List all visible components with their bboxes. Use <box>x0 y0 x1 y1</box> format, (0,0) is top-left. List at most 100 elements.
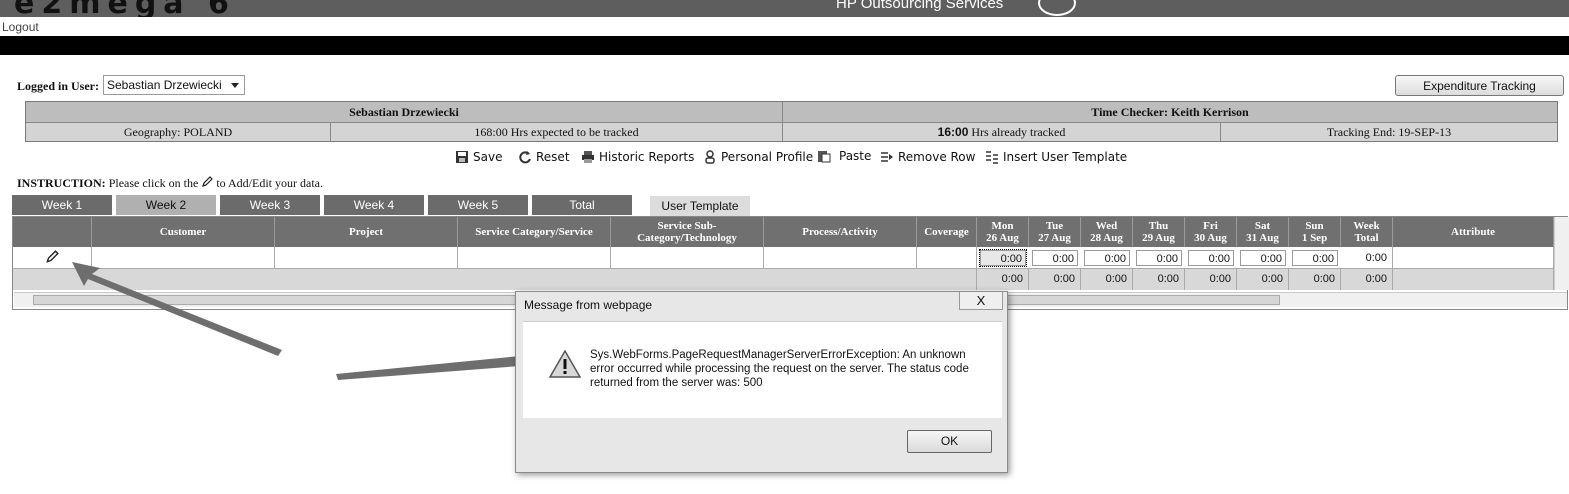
subcategory-cell[interactable] <box>611 247 764 269</box>
process-cell[interactable] <box>764 247 917 269</box>
col-header-coverage: Coverage <box>917 217 977 247</box>
hours-input[interactable]: 0:00 <box>1240 250 1286 266</box>
day-date: 26 Aug <box>986 232 1019 244</box>
col-header-service: Service Category/Service <box>458 217 611 247</box>
tab-week-2[interactable]: Week 2 <box>116 195 216 215</box>
tracked-hours: 16:00 Hrs already tracked <box>783 122 1221 141</box>
day-date: 30 Aug <box>1194 232 1227 244</box>
day-name: Fri <box>1203 220 1218 232</box>
totals-row-label <box>13 269 977 290</box>
logout-link[interactable]: Logout <box>2 20 39 34</box>
day-name: Mon <box>991 220 1014 232</box>
user-select[interactable]: Sebastian Drzewiecki <box>103 75 245 95</box>
expected-hours: 168:00 Hrs expected to be tracked <box>331 122 783 141</box>
col-header-day-3: Wed 28 Aug <box>1081 217 1133 247</box>
top-header-bar: e2mega 6 HP Outsourcing Services <box>0 0 1569 17</box>
day-total: 0:00 <box>1289 269 1341 290</box>
chevron-down-icon <box>231 83 239 88</box>
printer-icon <box>582 151 594 163</box>
historic-reports-button[interactable]: Historic Reports <box>581 150 694 164</box>
hp-logo-icon <box>1038 0 1076 16</box>
project-cell[interactable] <box>275 247 458 269</box>
error-dialog: Message from webpage X Sys.WebForms.Page… <box>515 291 1008 473</box>
dialog-message: Sys.WebForms.PageRequestManagerServerErr… <box>590 349 969 389</box>
instruction-text: INSTRUCTION: Please click on the to Add/… <box>17 176 323 190</box>
tab-user-template[interactable]: User Template <box>650 196 750 216</box>
time-checker: Time Checker: Keith Kerrison <box>783 102 1557 122</box>
hours-input[interactable]: 0:00 <box>1188 250 1234 266</box>
service-cell[interactable] <box>458 247 611 269</box>
expenditure-tracking-button[interactable]: Expenditure Tracking <box>1395 75 1564 96</box>
service-title: HP Outsourcing Services <box>836 0 1004 12</box>
tab-week-5[interactable]: Week 5 <box>428 195 528 215</box>
paste-icon <box>818 151 831 163</box>
day-total: 0:00 <box>1341 269 1393 290</box>
totals-attribute-cell <box>1393 269 1554 290</box>
day-name: Wed <box>1095 220 1118 232</box>
nav-bar <box>0 36 1569 55</box>
day-total: 0:00 <box>1029 269 1081 290</box>
hours-input[interactable]: 0:00 <box>1136 250 1182 266</box>
day-total: 0:00 <box>1133 269 1185 290</box>
day-total: 0:00 <box>977 269 1029 290</box>
hours-input[interactable]: 0:00 <box>1292 250 1338 266</box>
tracked-hours-value: 16:00 <box>937 125 969 139</box>
col-header-day-6: Sat 31 Aug <box>1237 217 1289 247</box>
vertical-scrollbar[interactable] <box>1554 217 1569 290</box>
dialog-close-button[interactable]: X <box>959 292 1003 310</box>
day-total: 0:00 <box>1081 269 1133 290</box>
week-total-value: 0:00 <box>1365 252 1387 264</box>
coverage-cell[interactable] <box>917 247 977 269</box>
col-header-attribute: Attribute <box>1393 217 1554 247</box>
day-total: 0:00 <box>1237 269 1289 290</box>
day-date: 29 Aug <box>1142 232 1175 244</box>
col-header-project: Project <box>275 217 458 247</box>
col-header-process: Process/Activity <box>764 217 917 247</box>
tab-total[interactable]: Total <box>532 195 632 215</box>
geography: Geography: POLAND <box>26 122 331 141</box>
hours-input[interactable]: 0:00 <box>1032 250 1078 266</box>
day-date: 31 Aug <box>1246 232 1279 244</box>
col-header-day-2: Tue 27 Aug <box>1029 217 1081 247</box>
pencil-icon[interactable] <box>45 250 59 264</box>
tracking-end: Tracking End: 19-SEP-13 <box>1221 122 1557 141</box>
dialog-title: Message from webpage <box>524 298 653 312</box>
insert-user-template-button[interactable]: Insert User Template <box>985 150 1127 164</box>
dialog-body: Sys.WebForms.PageRequestManagerServerErr… <box>523 321 1002 418</box>
tab-week-4[interactable]: Week 4 <box>324 195 424 215</box>
hours-input[interactable]: 0:00 <box>1084 250 1130 266</box>
day-total: 0:00 <box>1185 269 1237 290</box>
paste-button[interactable]: Paste <box>817 149 871 163</box>
col-header-edit <box>13 217 92 247</box>
day-date: Total <box>1354 232 1379 244</box>
col-header-day-5: Fri 30 Aug <box>1185 217 1237 247</box>
day-name: Thu <box>1148 220 1169 232</box>
reset-icon <box>519 151 531 164</box>
hours-input[interactable]: 0:00 <box>979 249 1027 267</box>
warning-icon <box>549 350 581 378</box>
save-button[interactable]: Save <box>455 150 502 164</box>
edit-cell[interactable] <box>13 247 92 269</box>
tab-week-1[interactable]: Week 1 <box>12 195 112 215</box>
remove-row-button[interactable]: Remove Row <box>880 150 975 164</box>
col-header-customer: Customer <box>92 217 275 247</box>
day-name: Tue <box>1045 220 1064 232</box>
attribute-cell[interactable] <box>1393 247 1554 269</box>
user-info-table: Sebastian Drzewiecki Time Checker: Keith… <box>25 101 1558 142</box>
day-name: Sat <box>1254 220 1271 232</box>
reset-button[interactable]: Reset <box>518 150 570 164</box>
day-name: Week <box>1353 220 1380 232</box>
logged-in-user-label: Logged in User: <box>17 79 99 93</box>
customer-cell[interactable] <box>92 247 275 269</box>
col-header-subcategory: Service Sub- Category/Technology <box>611 217 764 247</box>
brand-logo: e2mega 6 <box>14 0 236 17</box>
col-header-day-8: Week Total <box>1341 217 1393 247</box>
day-name: Sun <box>1305 220 1324 232</box>
day-date: 27 Aug <box>1038 232 1071 244</box>
save-icon <box>456 151 468 163</box>
person-icon <box>705 150 715 164</box>
tab-week-3[interactable]: Week 3 <box>220 195 320 215</box>
ok-button[interactable]: OK <box>907 430 992 453</box>
insert-template-icon <box>986 151 998 164</box>
personal-profile-button[interactable]: Personal Profile <box>703 150 813 164</box>
